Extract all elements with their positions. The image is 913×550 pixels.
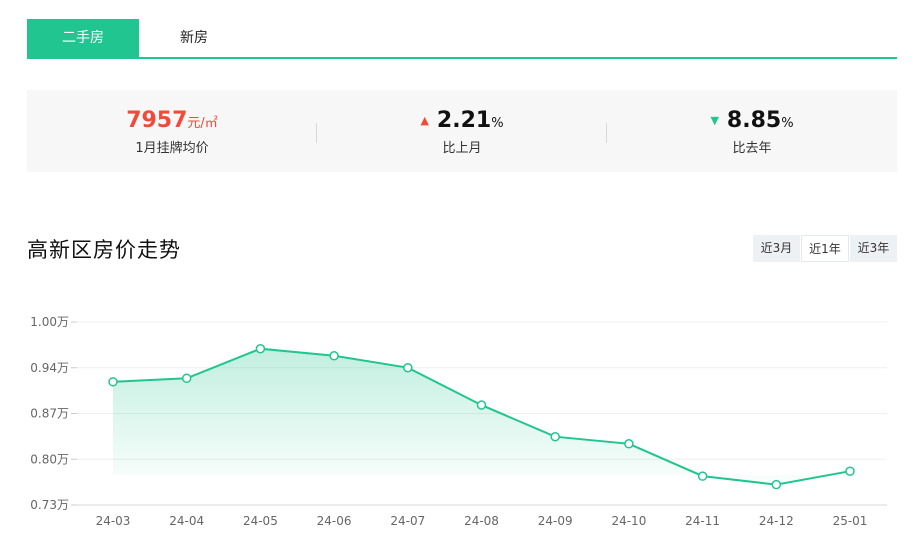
y-tick-label: 1.00万 (30, 315, 69, 329)
period-3-months-button[interactable]: 近3月 (753, 235, 800, 262)
price-area-fill (113, 348, 850, 485)
year-change-label: 比去年 (732, 141, 772, 156)
x-tick-label: 25-01 (833, 514, 868, 528)
year-change-stat: ▼ 8.85% 比去年 (607, 90, 897, 172)
x-tick-label: 24-07 (390, 514, 425, 528)
price-trend-chart: 1.00万 0.94万 0.87万 0.80万 0.73万 24-03 24-04 24-05… (30, 315, 887, 528)
month-change-label: 比上月 (442, 141, 482, 156)
up-arrow-icon: ▲ (420, 114, 429, 127)
x-tick-label: 24-11 (685, 514, 720, 528)
x-tick-label: 24-06 (317, 514, 352, 528)
month-change-value: 2.21 (436, 108, 492, 133)
month-change-stat: ▲ 2.21% 比上月 (317, 90, 607, 172)
x-tick-label: 24-10 (611, 514, 646, 528)
month-change-unit: % (491, 116, 504, 131)
x-tick-label: 24-09 (538, 514, 573, 528)
tab-resale-house[interactable]: 二手房 (27, 19, 139, 57)
x-tick-label: 24-08 (464, 514, 499, 528)
y-tick-label: 0.94万 (30, 361, 69, 375)
trend-title: 高新区房价走势 (27, 238, 181, 262)
tab-new-house[interactable]: 新房 (139, 19, 249, 57)
data-point-24-12[interactable] (771, 479, 782, 490)
price-stats-panel: 7957元/㎡ 1月挂牌均价 ▲ 2.21% 比上月 ▼ 8.85% 比去年 (27, 90, 897, 172)
data-point-24-03[interactable] (108, 377, 118, 387)
data-point-24-10[interactable] (624, 439, 634, 449)
y-tick-label: 0.87万 (30, 407, 69, 421)
down-arrow-icon: ▼ (710, 114, 719, 127)
data-point-24-04[interactable] (181, 373, 192, 384)
x-tick-label: 24-03 (96, 514, 131, 528)
data-point-24-05[interactable] (255, 343, 266, 354)
avg-price-stat: 7957元/㎡ 1月挂牌均价 (27, 90, 317, 172)
y-tick-label: 0.73万 (30, 498, 69, 512)
avg-price-value: 7957 (126, 108, 188, 133)
avg-price-unit: 元/㎡ (187, 116, 218, 131)
data-point-24-11[interactable] (697, 471, 708, 481)
data-point-25-01[interactable] (845, 466, 855, 476)
tab-bar: 二手房 新房 (27, 19, 897, 59)
data-point-24-08[interactable] (476, 400, 487, 410)
period-selector: 近3月 近1年 近3年 (753, 235, 897, 262)
avg-price-label: 1月挂牌均价 (135, 141, 209, 156)
x-tick-label: 24-05 (243, 514, 278, 528)
x-tick-label: 24-12 (759, 514, 794, 528)
period-1-year-button[interactable]: 近1年 (801, 235, 849, 262)
year-change-value: 8.85 (726, 108, 782, 133)
period-3-years-button[interactable]: 近3年 (850, 235, 897, 262)
data-point-24-07[interactable] (403, 363, 413, 373)
data-point-24-09[interactable] (550, 431, 560, 442)
year-change-unit: % (781, 116, 794, 131)
data-point-24-06[interactable] (329, 351, 339, 361)
x-tick-label: 24-04 (169, 514, 204, 528)
y-tick-label: 0.80万 (30, 452, 69, 466)
